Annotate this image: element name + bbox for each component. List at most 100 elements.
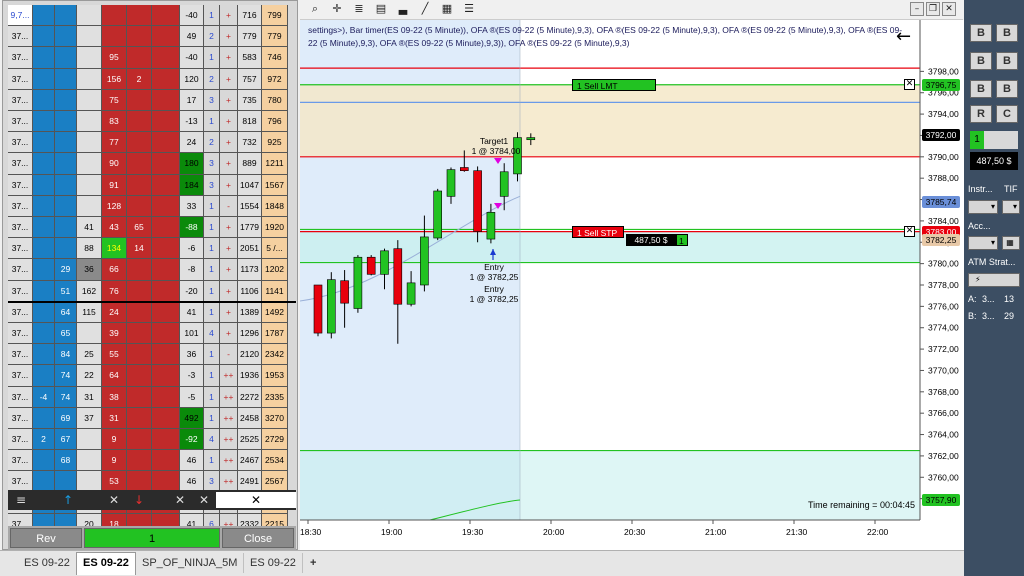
position-qty[interactable]: 1 — [676, 233, 688, 246]
rev-button[interactable]: Rev — [10, 528, 82, 548]
bid-cell[interactable]: 9 — [102, 429, 127, 451]
bid-cell[interactable]: 77 — [102, 132, 127, 154]
bid-cell[interactable]: 134 — [102, 238, 127, 260]
ask-cell[interactable] — [55, 153, 77, 175]
price-chart[interactable]: 3798,003796,003794,003792,003790,003788,… — [300, 20, 964, 550]
ask-cell[interactable] — [55, 195, 77, 217]
ask-cell[interactable] — [55, 238, 77, 260]
buy-button-5[interactable]: B — [970, 80, 992, 98]
ask-cell[interactable]: 65 — [55, 323, 77, 345]
buy-button-6[interactable]: B — [996, 80, 1018, 98]
bid-cell[interactable] — [102, 26, 127, 48]
back-arrow-icon[interactable]: ← — [896, 28, 911, 46]
tif-select[interactable]: ▾ — [1002, 200, 1020, 214]
cancel-stop-icon[interactable]: ✕ — [904, 226, 915, 238]
bid-cell[interactable]: 76 — [102, 280, 127, 302]
account-select[interactable]: ▾ — [968, 236, 998, 250]
ask-cell[interactable] — [55, 174, 77, 196]
quantity-field[interactable]: 1 — [84, 528, 220, 548]
ask-cell[interactable]: 51 — [55, 280, 77, 302]
instrument-select[interactable]: ▾ — [968, 200, 998, 214]
bid-cell[interactable]: 31 — [102, 407, 127, 429]
close-position-button[interactable]: C — [996, 105, 1018, 123]
cancel-icon[interactable]: ✕ — [168, 492, 192, 508]
bid-cell[interactable]: 95 — [102, 47, 127, 69]
bid-cell[interactable]: 75 — [102, 89, 127, 111]
bid-cell[interactable]: 156 — [102, 68, 127, 90]
cancel-icon[interactable]: ✕ — [102, 492, 126, 508]
sell-limit-order[interactable]: 1 Sell LMT — [572, 78, 656, 91]
drawing-icon[interactable]: ╱ — [418, 2, 432, 16]
bid-cell[interactable]: 9 — [102, 450, 127, 472]
ladder-row[interactable]: 9,7... -40 1 +716 799 — [8, 5, 296, 27]
ask-cell[interactable]: 69 — [55, 407, 77, 429]
zoom-icon[interactable]: ⌕ — [308, 2, 322, 16]
atm-strategy-select[interactable]: ⚡ — [968, 273, 1020, 287]
tab-es-active[interactable]: ES 09-22 — [76, 552, 136, 575]
bid-cell[interactable]: 83 — [102, 111, 127, 133]
close-button[interactable]: Close — [222, 528, 294, 548]
ladder-row[interactable]: 37... 74 22 64 -3 1 ++ 1936 1953 — [8, 365, 296, 387]
ask-cell[interactable] — [55, 68, 77, 90]
ladder-row[interactable]: 37... 90 180 3 +889 1211 — [8, 153, 296, 175]
ask-cell[interactable] — [55, 217, 77, 239]
bid-cell[interactable]: 24 — [102, 301, 127, 323]
buy-button-3[interactable]: B — [970, 52, 992, 70]
ask-cell[interactable] — [55, 26, 77, 48]
ask-cell[interactable] — [55, 111, 77, 133]
ask-cell[interactable] — [55, 132, 77, 154]
tab-es-1[interactable]: ES 09-22 — [18, 553, 77, 573]
ladder-row[interactable]: 37... 128 33 1-1554 1848 — [8, 195, 296, 217]
bid-cell[interactable]: 38 — [102, 386, 127, 408]
buy-button-1[interactable]: B — [970, 24, 992, 42]
bid-cell[interactable]: 91 — [102, 174, 127, 196]
sell-stop-order[interactable]: 1 Sell STP — [572, 225, 624, 238]
ladder-row[interactable]: 37... 51 162 76 -20 1 +1106 1141 — [8, 280, 296, 302]
cancel-icon[interactable]: ✕ — [216, 492, 296, 508]
reverse-button[interactable]: R — [970, 105, 992, 123]
ladder-row[interactable]: 37... 41 43 65 -88 1 +1779 1920 — [8, 217, 296, 239]
up-arrow-icon[interactable]: ↑ — [55, 492, 81, 508]
menu-icon[interactable]: ≡ — [8, 492, 34, 508]
ask-cell[interactable]: 29 — [55, 259, 77, 281]
ladder-row[interactable]: 37... 91 184 3 +1047 1567 — [8, 174, 296, 196]
ladder-row[interactable]: 37... 84 25 55 36 1-2120 2342 — [8, 344, 296, 366]
close-icon[interactable]: ✕ — [942, 2, 956, 16]
ladder-row[interactable]: 37... 2 67 9 -92 4 ++ 2525 2729 — [8, 429, 296, 451]
ladder-row[interactable]: 37... -4 74 31 38 -5 1 ++ 2272 2335 — [8, 386, 296, 408]
buy-button-2[interactable]: B — [996, 24, 1018, 42]
ask-cell[interactable] — [55, 5, 77, 27]
crosshair-icon[interactable]: ✛ — [330, 2, 344, 16]
calculator-icon[interactable]: ▦ — [1002, 236, 1020, 250]
ask-cell[interactable]: 68 — [55, 450, 77, 472]
list-icon[interactable]: ☰ — [462, 2, 476, 16]
ladder-row[interactable]: 37... 156 2 120 2 +757 972 — [8, 68, 296, 90]
ladder-row[interactable]: 37... 88 134 14 -6 1 +2051 5 /... — [8, 238, 296, 260]
bid-cell[interactable]: 128 — [102, 195, 127, 217]
ladder-row[interactable]: 37... 68 9 46 1 ++ 2467 2534 — [8, 450, 296, 472]
minimize-icon[interactable]: – — [910, 2, 924, 16]
properties-icon[interactable]: ▤ — [374, 2, 388, 16]
down-arrow-icon[interactable]: ↓ — [126, 492, 152, 508]
data-series-icon[interactable]: ≣ — [352, 2, 366, 16]
bar-chart-icon[interactable]: ▃ — [396, 2, 410, 16]
ladder-row[interactable]: 37... 69 37 31 492 1 ++ 2458 3270 — [8, 407, 296, 429]
bid-cell[interactable]: 66 — [102, 259, 127, 281]
ladder-row[interactable]: 37... 65 39 101 4 +1296 1787 — [8, 323, 296, 345]
ask-cell[interactable]: 74 — [55, 365, 77, 387]
restore-icon[interactable]: ❐ — [926, 2, 940, 16]
ask-cell[interactable]: 74 — [55, 386, 77, 408]
ladder-row[interactable]: 37... 83 -13 1 +818 796 — [8, 111, 296, 133]
ladder-row[interactable]: 37... 64 115 24 41 1 +1389 1492 — [8, 301, 296, 323]
bid-cell[interactable] — [102, 5, 127, 27]
ask-cell[interactable]: 67 — [55, 429, 77, 451]
ladder-row[interactable]: 37... 95 -40 1 +583 746 — [8, 47, 296, 69]
grid-icon[interactable]: ▦ — [440, 2, 454, 16]
ladder-row[interactable]: 37... 75 17 3 +735 780 — [8, 89, 296, 111]
cancel-limit-icon[interactable]: ✕ — [904, 79, 915, 91]
bid-cell[interactable]: 90 — [102, 153, 127, 175]
bid-cell[interactable]: 43 — [102, 217, 127, 239]
ladder-row[interactable]: 37... 49 2 +779 779 — [8, 26, 296, 48]
tab-sp-of-ninja[interactable]: SP_OF_NINJA_5M — [136, 553, 245, 573]
bid-cell[interactable]: 39 — [102, 323, 127, 345]
